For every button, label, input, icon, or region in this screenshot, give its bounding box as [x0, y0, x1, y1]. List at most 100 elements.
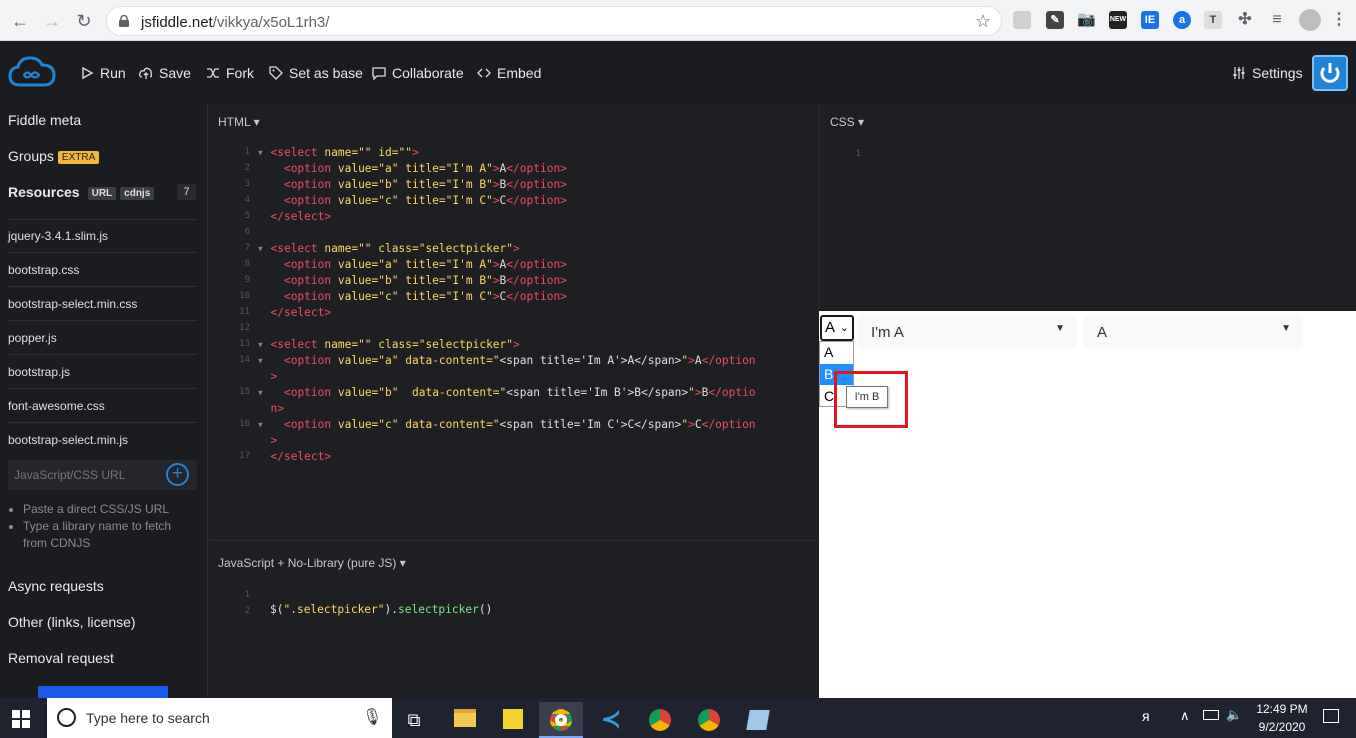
- a-extension-icon[interactable]: a: [1173, 11, 1191, 29]
- windows-start-icon[interactable]: [12, 710, 30, 733]
- url-tag[interactable]: URL: [87, 186, 117, 200]
- caret-down-icon: ▼: [1055, 323, 1065, 334]
- collaborate-button[interactable]: Collaborate: [372, 65, 464, 81]
- groups-link[interactable]: Groups EXTRA: [8, 148, 100, 164]
- vscode-icon[interactable]: ≺: [589, 702, 633, 738]
- selectpicker-2[interactable]: A ▼: [1083, 315, 1303, 349]
- option-b[interactable]: B: [824, 366, 833, 382]
- html-code[interactable]: ▾ <select name="" id=""> <option value="…: [257, 145, 756, 465]
- search-icon: [57, 708, 76, 727]
- line-number: 3: [244, 179, 250, 189]
- taskbar-search-box[interactable]: Type here to search 🎙: [47, 698, 392, 738]
- resources-label: Resources: [8, 184, 80, 200]
- extension-icon[interactable]: [1013, 11, 1031, 29]
- resource-item[interactable]: font-awesome.css: [8, 389, 197, 423]
- html-panel-label[interactable]: HTML ▾: [218, 115, 260, 129]
- resources-header[interactable]: Resources URL cdnjs: [8, 184, 155, 200]
- line-number: 9: [244, 275, 250, 285]
- async-requests-link[interactable]: Async requests: [8, 578, 104, 594]
- html-editor-panel[interactable]: HTML ▾ 1 2 3 4 5 6 7 8 9 10 11 12 13 14 …: [209, 103, 818, 540]
- option-a[interactable]: A: [824, 344, 833, 360]
- forward-icon[interactable]: →: [40, 9, 64, 33]
- sidebar-ad-banner[interactable]: [38, 686, 168, 698]
- resource-hints: Paste a direct CSS/JS URL Type a library…: [23, 501, 193, 552]
- file-explorer-icon[interactable]: [443, 702, 487, 738]
- address-bar[interactable]: jsfiddle.net/vikkya/x5oL1rh3/ ☆: [106, 6, 1002, 36]
- set-as-base-button[interactable]: Set as base: [269, 65, 363, 81]
- clock[interactable]: 12:49 PM 9/2/2020: [1256, 702, 1308, 734]
- resource-item[interactable]: bootstrap.css: [8, 253, 197, 287]
- chrome-profile-v-icon[interactable]: [638, 702, 682, 738]
- css-panel-label[interactable]: CSS ▾: [830, 115, 864, 129]
- line-number: 4: [244, 195, 250, 205]
- volume-icon[interactable]: 🔈: [1226, 707, 1242, 723]
- sliders-icon: [1233, 67, 1245, 79]
- search-placeholder: Type here to search: [86, 710, 210, 726]
- add-resource-icon[interactable]: +: [166, 463, 189, 486]
- hint-item: Type a library name to fetch from CDNJS: [23, 518, 193, 552]
- line-number: 7: [244, 243, 250, 253]
- power-icon: [1320, 63, 1340, 83]
- native-select-value: A: [825, 319, 836, 336]
- resource-item[interactable]: popper.js: [8, 321, 197, 355]
- sticky-notes-icon[interactable]: [491, 702, 535, 738]
- bookmark-star-icon[interactable]: ☆: [975, 11, 991, 32]
- profile-avatar[interactable]: [1299, 9, 1321, 31]
- line-number: 1: [244, 590, 250, 600]
- back-icon[interactable]: ←: [8, 9, 32, 33]
- fiddle-meta-link[interactable]: Fiddle meta: [8, 112, 81, 128]
- other-links-link[interactable]: Other (links, license): [8, 614, 136, 630]
- microphone-icon[interactable]: 🎙: [362, 707, 382, 727]
- media-icon[interactable]: ≡: [1268, 11, 1286, 29]
- new-extension-icon[interactable]: NEW: [1109, 11, 1127, 29]
- jsfiddle-logo[interactable]: [8, 55, 56, 91]
- fork-button[interactable]: Fork: [206, 65, 254, 81]
- settings-button[interactable]: Settings: [1232, 65, 1303, 81]
- resource-item[interactable]: bootstrap.js: [8, 355, 197, 389]
- resource-item[interactable]: jquery-3.4.1.slim.js: [8, 219, 197, 253]
- camera-icon[interactable]: 📷: [1077, 11, 1096, 29]
- ie-extension-icon[interactable]: IE: [1141, 11, 1159, 29]
- app-taskbar-icon[interactable]: [736, 702, 780, 738]
- line-number: 13: [239, 339, 250, 349]
- battery-icon[interactable]: [1203, 710, 1219, 720]
- save-button[interactable]: Save: [139, 65, 191, 81]
- picker-2-value: A: [1097, 324, 1108, 341]
- line-number: 11: [239, 307, 250, 317]
- embed-button[interactable]: Embed: [477, 65, 541, 81]
- task-view-icon[interactable]: ⧉: [392, 702, 436, 738]
- line-number: 17: [239, 451, 250, 461]
- js-editor-panel[interactable]: JavaScript + No-Library (pure JS) ▾ 1 2 …: [209, 540, 818, 698]
- line-number: 6: [244, 227, 250, 237]
- chevron-down-icon: ⌄: [839, 322, 849, 334]
- css-editor-panel[interactable]: CSS ▾ 1: [819, 103, 1356, 311]
- t-extension-icon[interactable]: T: [1204, 11, 1222, 29]
- puzzle-icon[interactable]: ✣: [1236, 11, 1254, 29]
- line-number: 2: [244, 606, 250, 616]
- chrome-taskbar-icon[interactable]: [539, 702, 583, 738]
- line-number: 1: [244, 147, 250, 157]
- login-power-button[interactable]: [1312, 55, 1348, 91]
- notifications-icon[interactable]: [1323, 709, 1339, 723]
- removal-request-link[interactable]: Removal request: [8, 650, 114, 666]
- option-c[interactable]: C: [824, 388, 834, 404]
- line-number: 1: [855, 149, 861, 159]
- resource-item[interactable]: bootstrap-select.min.js: [8, 423, 197, 457]
- resource-item[interactable]: bootstrap-select.min.css: [8, 287, 197, 321]
- reload-icon[interactable]: ↻: [72, 9, 96, 33]
- pen-extension-icon[interactable]: ✎: [1046, 11, 1064, 29]
- line-number: 15: [239, 387, 250, 397]
- selectpicker-1[interactable]: I'm A ▼: [857, 315, 1077, 349]
- cdnjs-tag[interactable]: cdnjs: [120, 186, 155, 200]
- tray-chevron-icon[interactable]: ∧: [1180, 708, 1190, 724]
- people-icon[interactable]: ᴙ: [1142, 708, 1150, 724]
- menu-icon[interactable]: ⋮: [1330, 11, 1348, 29]
- js-panel-label[interactable]: JavaScript + No-Library (pure JS) ▾: [218, 556, 406, 570]
- line-number: 16: [239, 419, 250, 429]
- line-number: 14: [239, 355, 250, 365]
- chrome-profile-icon[interactable]: [687, 702, 731, 738]
- chat-icon: [372, 67, 386, 80]
- run-button[interactable]: Run: [80, 65, 126, 81]
- js-code[interactable]: $(".selectpicker").selectpicker(): [270, 602, 492, 618]
- native-select[interactable]: A ⌄: [820, 315, 854, 341]
